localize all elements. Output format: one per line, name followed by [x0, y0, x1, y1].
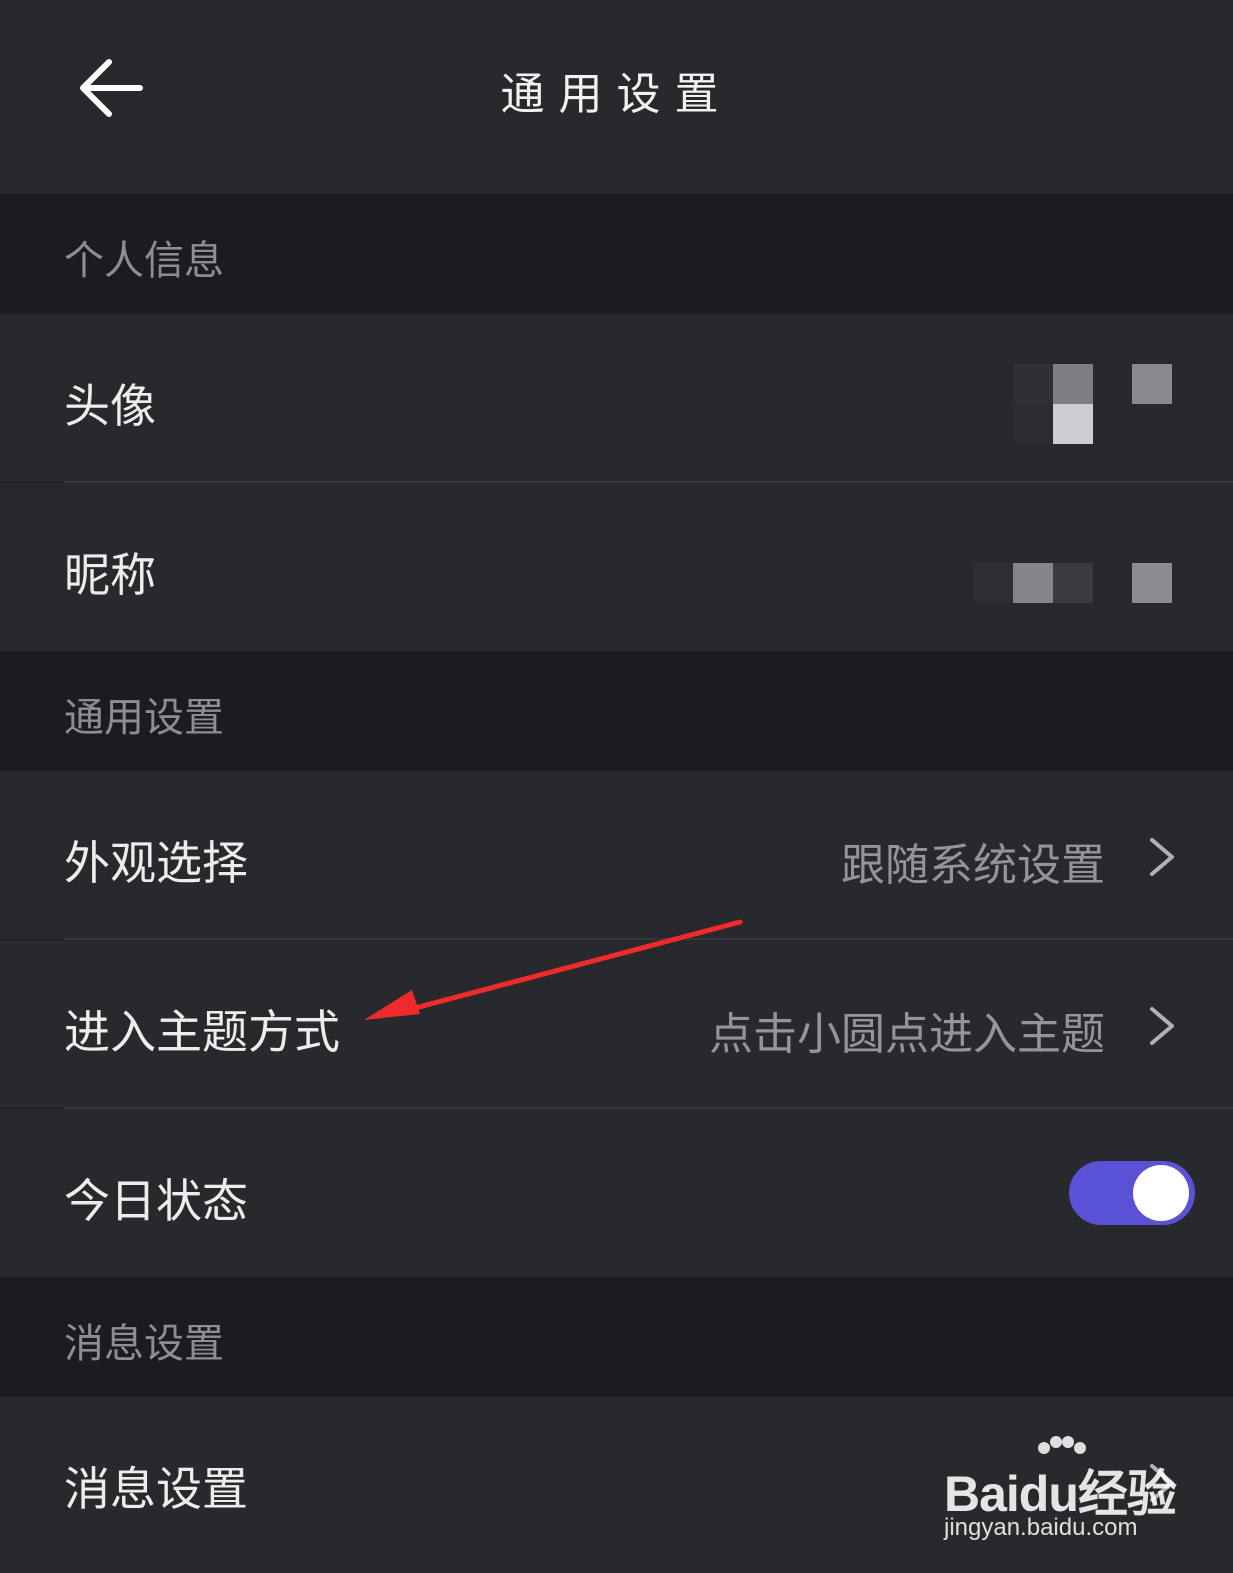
section-general-settings: 通用设置 [0, 651, 1233, 769]
appearance-value: 跟随系统设置 [841, 840, 1105, 891]
page-title: 通用设置 [500, 69, 733, 120]
appearance-row[interactable]: 外观选择 跟随系统设置 [0, 771, 1233, 939]
chevron-right-icon [1150, 1007, 1174, 1045]
today-status-label: 今日状态 [64, 1174, 248, 1228]
avatar-row[interactable]: 头像 [0, 314, 1233, 482]
toggle-knob [1133, 1165, 1189, 1221]
message-settings-row[interactable]: 消息设置 [0, 1397, 1233, 1573]
settings-page: 通用设置 个人信息 头像 昵称 通用设置 外观选择 跟随系统设置 进入主题方式 … [0, 0, 1233, 1573]
chevron-right-icon [1150, 838, 1174, 876]
section-title: 消息设置 [64, 1321, 224, 1367]
chevron-right-icon [1150, 1464, 1174, 1502]
theme-entry-row[interactable]: 进入主题方式 点击小圆点进入主题 [0, 940, 1233, 1108]
nickname-label: 昵称 [64, 548, 156, 602]
top-bar: 通用设置 [0, 0, 1233, 194]
appearance-label: 外观选择 [64, 836, 248, 890]
theme-entry-label: 进入主题方式 [64, 1005, 340, 1059]
section-message-settings: 消息设置 [0, 1277, 1233, 1395]
section-personal-info: 个人信息 [0, 194, 1233, 312]
today-status-toggle[interactable] [1069, 1161, 1195, 1225]
today-status-row: 今日状态 [0, 1109, 1233, 1277]
section-title: 通用设置 [64, 695, 224, 741]
nickname-row[interactable]: 昵称 [0, 483, 1233, 651]
avatar-label: 头像 [64, 379, 156, 433]
section-title: 个人信息 [64, 238, 224, 284]
theme-entry-value: 点击小圆点进入主题 [709, 1009, 1105, 1060]
message-settings-label: 消息设置 [64, 1462, 248, 1516]
